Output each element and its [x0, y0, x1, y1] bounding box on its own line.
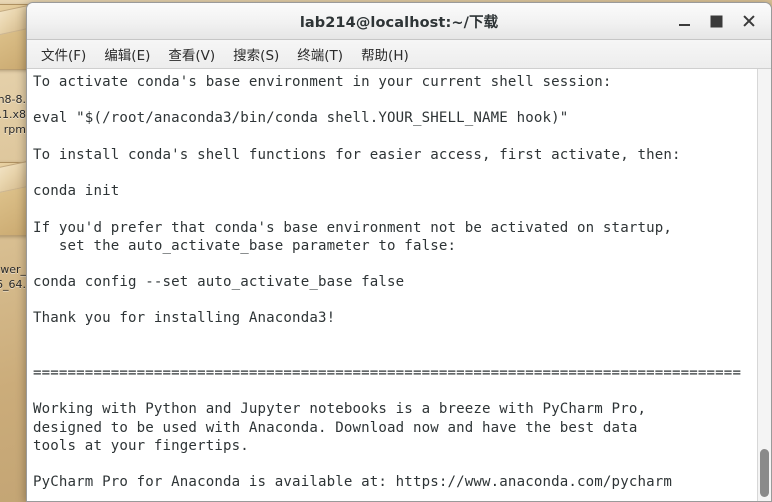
box-flap-icon: [0, 160, 29, 200]
menu-search[interactable]: 搜索(S): [225, 41, 287, 67]
maximize-icon: [711, 16, 721, 26]
terminal-line: Working with Python and Jupyter notebook…: [33, 401, 647, 418]
menu-file[interactable]: 文件(F): [33, 41, 94, 67]
desktop-file-label-2: ewer_ 6_64.: [0, 263, 26, 291]
minimize-button[interactable]: [669, 7, 699, 35]
terminal-line: To activate conda's base environment in …: [33, 74, 612, 90]
terminal-line: Thank you for installing Anaconda3!: [33, 310, 336, 327]
terminal-line: designed to be used with Anaconda. Downl…: [33, 419, 638, 436]
terminal-output[interactable]: To activate conda's base environment in …: [27, 69, 757, 501]
title-bar[interactable]: lab214@localhost:~/下载: [27, 3, 771, 40]
close-icon: [742, 15, 755, 28]
terminal-line: tools at your fingertips.: [33, 437, 249, 454]
window-controls: [669, 3, 763, 39]
box-flap-icon: [0, 4, 29, 42]
window-title: lab214@localhost:~/下载: [299, 14, 499, 31]
desktop-file-label-1: n8-8. 0.1.x8 rpm: [0, 93, 26, 136]
menu-terminal[interactable]: 终端(T): [289, 41, 351, 67]
terminal-scrollbar[interactable]: [757, 69, 771, 501]
maximize-button[interactable]: [701, 7, 731, 35]
menu-view[interactable]: 查看(V): [160, 41, 223, 67]
terminal-line: set the auto_activate_base parameter to …: [33, 237, 457, 254]
menu-help[interactable]: 帮助(H): [353, 41, 417, 67]
terminal-line: conda init: [33, 183, 120, 200]
terminal-line: ========================================…: [33, 365, 742, 381]
minimize-icon: [678, 23, 690, 26]
terminal-line: If you'd prefer that conda's base enviro…: [33, 219, 673, 236]
scrollbar-thumb[interactable]: [760, 449, 769, 497]
terminal-area: To activate conda's base environment in …: [27, 69, 771, 501]
menu-edit[interactable]: 编辑(E): [96, 41, 158, 67]
terminal-line: PyCharm Pro for Anaconda is available at…: [33, 474, 673, 491]
menu-bar: 文件(F) 编辑(E) 查看(V) 搜索(S) 终端(T) 帮助(H): [27, 40, 771, 69]
terminal-window: lab214@localhost:~/下载 文件(F) 编辑(E) 查看(V) …: [26, 2, 772, 502]
screen: n8-8. 0.1.x8 rpm ewer_ 6_64. lab214@loca…: [0, 0, 772, 502]
terminal-line: To install conda's shell functions for e…: [33, 146, 681, 163]
terminal-line: eval "$(/root/anaconda3/bin/conda shell.…: [33, 110, 569, 127]
close-button[interactable]: [733, 7, 763, 35]
terminal-line: conda config --set auto_activate_base fa…: [33, 274, 405, 291]
